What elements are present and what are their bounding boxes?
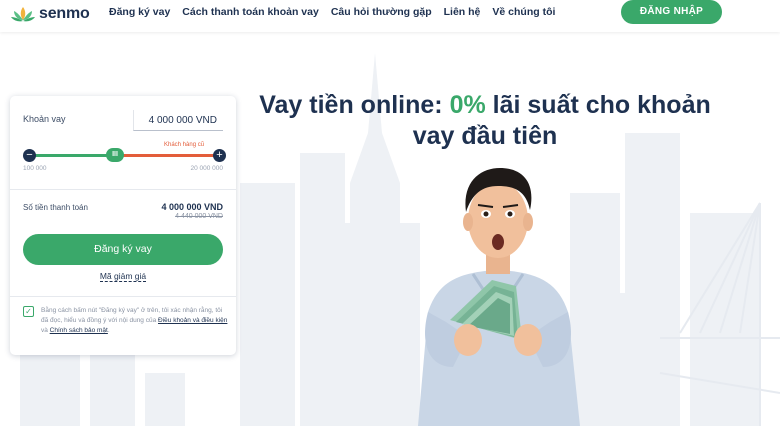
man-holding-money-image	[418, 168, 580, 426]
minus-icon[interactable]: −	[23, 149, 36, 162]
slider-max-label: 20 000 000	[190, 165, 223, 172]
apply-loan-button[interactable]: Đăng ký vay	[23, 234, 223, 265]
check-icon: ✓	[25, 307, 32, 316]
slider-thumb[interactable]: III	[106, 148, 124, 162]
nav-item-register-loan[interactable]: Đăng ký vay	[109, 5, 170, 19]
payment-amount-old: 4 440 000 VND	[175, 213, 223, 220]
loan-calculator-card: Khoản vay Khách hàng cũ − III + 100 000 …	[10, 96, 236, 355]
loan-amount-row: Khoản vay	[23, 110, 223, 132]
promo-code-link[interactable]: Mã giảm giá	[99, 271, 147, 282]
login-button[interactable]: ĐĂNG NHẬP	[621, 0, 722, 24]
logo-text: senmo	[39, 5, 90, 22]
divider	[10, 296, 236, 297]
slider-track-returning	[119, 154, 215, 157]
consent-text-and: và	[41, 327, 50, 334]
slider-min-label: 100 000	[23, 165, 47, 172]
divider	[10, 189, 236, 190]
terms-link[interactable]: Điều khoản và điều kiện	[158, 317, 227, 324]
promo-code-row: Mã giảm giá	[10, 271, 236, 282]
payment-amount-label: Số tiền thanh toán	[23, 203, 88, 212]
nav-item-contact[interactable]: Liên hệ	[444, 5, 481, 19]
nav-item-about[interactable]: Về chúng tôi	[492, 5, 555, 19]
top-navbar: senmo Đăng ký vay Cách thanh toán khoản …	[0, 0, 780, 32]
hero-title-accent: 0%	[449, 91, 486, 119]
hero-title: Vay tiền online: 0% lãi suất cho khoản v…	[255, 90, 715, 152]
returning-customer-hint: Khách hàng cũ	[164, 142, 205, 148]
payment-amount-value: 4 000 000 VND	[161, 202, 223, 212]
hero-title-start: Vay tiền online:	[259, 91, 450, 119]
lotus-icon	[11, 7, 35, 22]
consent-text-end: .	[107, 327, 110, 334]
main-nav: Đăng ký vay Cách thanh toán khoản vay Câ…	[109, 5, 567, 19]
privacy-link[interactable]: Chính sách bảo mật	[50, 327, 108, 334]
senmo-logo[interactable]: senmo	[10, 2, 90, 26]
nav-item-repayment[interactable]: Cách thanh toán khoản vay	[182, 5, 319, 19]
loan-amount-slider[interactable]: Khách hàng cũ − III + 100 000 20 000 000	[23, 142, 226, 176]
loan-amount-input[interactable]	[133, 110, 223, 131]
plus-icon[interactable]: +	[213, 149, 226, 162]
nav-item-faq[interactable]: Câu hỏi thường gặp	[331, 5, 432, 19]
loan-amount-label: Khoản vay	[23, 114, 66, 124]
consent-checkbox[interactable]: ✓	[23, 306, 34, 317]
consent-text: Bằng cách bấm nút "Đăng ký vay" ở trên, …	[41, 306, 229, 336]
